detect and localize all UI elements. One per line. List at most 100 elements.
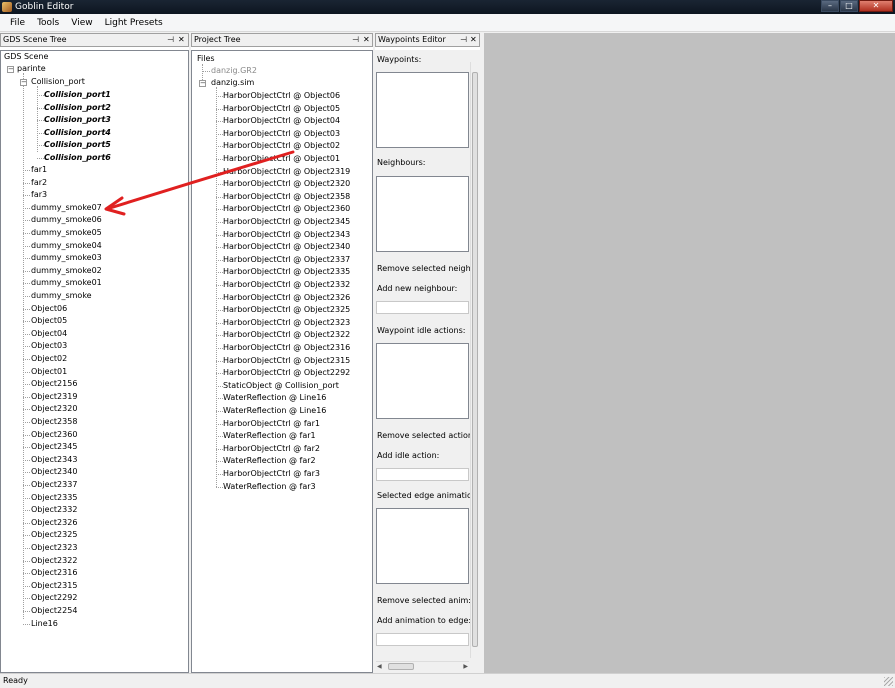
horizontal-scrollbar[interactable]: ◀ ▶ [376,661,469,671]
tree-node-controller[interactable]: HarborObjectCtrl @ Object02 [223,140,340,152]
tree-node-controller[interactable]: HarborObjectCtrl @ Object2360 [223,203,350,215]
tree-node-controller[interactable]: HarborObjectCtrl @ far2 [223,443,320,455]
tree-node-collision-child[interactable]: Collision_port5 [44,139,111,151]
tree-node-controller[interactable]: HarborObjectCtrl @ Object2343 [223,229,350,241]
tree-node-controller[interactable]: HarborObjectCtrl @ Object2332 [223,279,350,291]
tree-node[interactable]: far3 [31,189,47,201]
tree-node[interactable]: dummy_smoke04 [31,240,102,252]
tree-node-collision-child[interactable]: Collision_port2 [44,102,111,114]
tree-node-files[interactable]: Files [197,53,215,65]
tree-node-controller[interactable]: HarborObjectCtrl @ Object2335 [223,266,350,278]
tree-node[interactable]: Object2343 [31,454,77,466]
tree-node-controller[interactable]: HarborObjectCtrl @ Object2337 [223,254,350,266]
tree-node-controller[interactable]: HarborObjectCtrl @ Object2340 [223,241,350,253]
tree-node-controller[interactable]: HarborObjectCtrl @ Object2316 [223,342,350,354]
workspace-area[interactable] [484,33,895,673]
tree-node[interactable]: Object05 [31,315,67,327]
tree-node[interactable]: dummy_smoke01 [31,277,102,289]
tree-node[interactable]: Object2323 [31,542,77,554]
pin-icon[interactable]: ⊣ [167,34,174,46]
collapse-icon[interactable]: − [20,79,27,86]
tree-node-collision-child[interactable]: Collision_port1 [44,89,111,101]
collapse-icon[interactable]: − [7,66,14,73]
remove-neighbour-button[interactable]: Remove selected neighb [377,264,476,273]
tree-node-controller[interactable]: HarborObjectCtrl @ far3 [223,468,320,480]
close-icon[interactable]: ✕ [470,34,477,46]
collapse-icon[interactable]: − [199,80,206,87]
minimize-button[interactable]: – [821,0,839,12]
neighbours-list[interactable] [376,176,469,252]
tree-node[interactable]: far2 [31,177,47,189]
tree-node-sim-file[interactable]: danzig.sim [211,77,254,89]
tree-node-controller[interactable]: HarborObjectCtrl @ Object2322 [223,329,350,341]
tree-node-controller[interactable]: WaterReflection @ Line16 [223,405,326,417]
tree-node-collision-child[interactable]: Collision_port3 [44,114,111,126]
tree-node-parinte[interactable]: parinte [17,63,46,75]
tree-node[interactable]: Object2292 [31,592,77,604]
tree-node[interactable]: dummy_smoke07 [31,202,102,214]
pin-icon[interactable]: ⊣ [460,34,467,46]
add-idle-action-input[interactable] [376,468,469,481]
tree-node[interactable]: Object2315 [31,580,77,592]
tree-node-controller[interactable]: HarborObjectCtrl @ Object2326 [223,292,350,304]
tree-node-controller[interactable]: HarborObjectCtrl @ Object04 [223,115,340,127]
tree-node[interactable]: Object2316 [31,567,77,579]
tree-node[interactable]: dummy_smoke05 [31,227,102,239]
tree-node[interactable]: Object2156 [31,378,77,390]
waypoints-list[interactable] [376,72,469,148]
close-button[interactable]: ✕ [859,0,893,12]
tree-node[interactable]: dummy_smoke02 [31,265,102,277]
tree-node[interactable]: Object2340 [31,466,77,478]
scroll-right-icon[interactable]: ▶ [463,662,468,671]
tree-node[interactable]: Line16 [31,618,58,630]
menu-tools[interactable]: Tools [31,14,65,32]
tree-node[interactable]: dummy_smoke [31,290,92,302]
tree-node[interactable]: Object06 [31,303,67,315]
tree-node-controller[interactable]: StaticObject @ Collision_port [223,380,339,392]
tree-node-controller[interactable]: HarborObjectCtrl @ Object2358 [223,191,350,203]
idle-actions-list[interactable] [376,343,469,419]
close-icon[interactable]: ✕ [363,34,370,46]
tree-node-controller[interactable]: HarborObjectCtrl @ Object2292 [223,367,350,379]
tree-node-controller[interactable]: HarborObjectCtrl @ Object2319 [223,166,350,178]
tree-node-gr2-file[interactable]: danzig.GR2 [211,65,257,77]
tree-node[interactable]: far1 [31,164,47,176]
scrollbar-thumb[interactable] [388,663,414,670]
tree-node[interactable]: Object02 [31,353,67,365]
remove-action-button[interactable]: Remove selected action: [377,431,476,440]
tree-node[interactable]: Object2320 [31,403,77,415]
project-tree-body[interactable]: Files danzig.GR2 − danzig.sim HarborObje… [191,50,373,673]
tree-node[interactable]: Object2345 [31,441,77,453]
scroll-left-icon[interactable]: ◀ [377,662,382,671]
tree-node-controller[interactable]: WaterReflection @ far1 [223,430,316,442]
tree-node-controller[interactable]: HarborObjectCtrl @ Object2325 [223,304,350,316]
tree-node-collision-port[interactable]: Collision_port [31,76,85,88]
tree-node[interactable]: Object2335 [31,492,77,504]
tree-node-controller[interactable]: HarborObjectCtrl @ Object03 [223,128,340,140]
menu-file[interactable]: File [4,14,31,32]
tree-node[interactable]: Object01 [31,366,67,378]
scrollbar-thumb[interactable] [472,72,478,647]
tree-node[interactable]: dummy_smoke06 [31,214,102,226]
tree-node-controller[interactable]: HarborObjectCtrl @ Object2315 [223,355,350,367]
menu-light-presets[interactable]: Light Presets [99,14,169,32]
tree-node-controller[interactable]: HarborObjectCtrl @ Object2345 [223,216,350,228]
tree-node[interactable]: Object2322 [31,555,77,567]
resize-grip-icon[interactable] [884,677,893,686]
tree-node[interactable]: Object2358 [31,416,77,428]
vertical-scrollbar[interactable] [470,62,478,658]
tree-node[interactable]: Object03 [31,340,67,352]
tree-node-controller[interactable]: HarborObjectCtrl @ Object06 [223,90,340,102]
tree-node-controller[interactable]: HarborObjectCtrl @ Object2320 [223,178,350,190]
pin-icon[interactable]: ⊣ [352,34,359,46]
tree-node-collision-child[interactable]: Collision_port4 [44,127,111,139]
tree-node[interactable]: Object2332 [31,504,77,516]
add-neighbour-input[interactable] [376,301,469,314]
remove-anim-button[interactable]: Remove selected anim: [377,596,471,605]
tree-node-controller[interactable]: WaterReflection @ far3 [223,481,316,493]
tree-node-controller[interactable]: WaterReflection @ far2 [223,455,316,467]
tree-node[interactable]: Object2326 [31,517,77,529]
tree-node-collision-child[interactable]: Collision_port6 [44,152,111,164]
menu-view[interactable]: View [65,14,98,32]
add-anim-edge-input[interactable] [376,633,469,646]
